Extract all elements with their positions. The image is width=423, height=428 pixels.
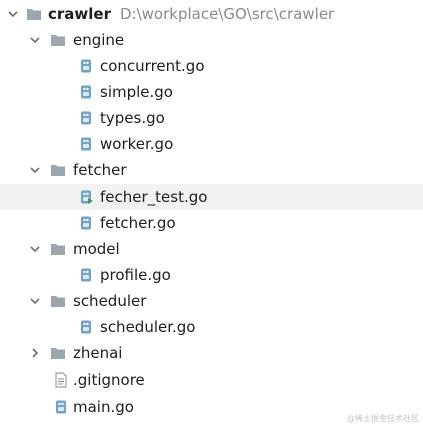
chevron-down-icon[interactable]: [6, 7, 20, 21]
chevron-down-icon[interactable]: [28, 33, 42, 47]
folder-icon: [50, 293, 66, 309]
go-test-file-icon: [78, 189, 94, 205]
chevron-down-icon[interactable]: [28, 242, 42, 256]
tree-node-types-go[interactable]: types.go: [0, 105, 423, 131]
tree-node-fetcher[interactable]: fetcher: [0, 157, 423, 183]
tree-node-label: .gitignore: [73, 371, 145, 389]
tree-node-label: model: [73, 240, 120, 258]
go-file-icon: [78, 110, 94, 126]
tree-node-gitignore[interactable]: .gitignore: [0, 367, 423, 393]
text-file-icon: [53, 372, 69, 388]
go-file-icon: [78, 267, 94, 283]
chevron-right-icon[interactable]: [28, 346, 42, 360]
go-file-icon: [78, 215, 94, 231]
tree-node-crawler[interactable]: crawler D:\workplace\GO\src\crawler: [0, 1, 423, 27]
root-name: crawler: [48, 5, 111, 23]
tree-node-concurrent-go[interactable]: concurrent.go: [0, 53, 423, 79]
tree-node-worker-go[interactable]: worker.go: [0, 131, 423, 157]
tree-node-engine[interactable]: engine: [0, 27, 423, 53]
chevron-down-icon[interactable]: [28, 163, 42, 177]
tree-node-label: concurrent.go: [100, 57, 205, 75]
tree-node-scheduler-go[interactable]: scheduler.go: [0, 314, 423, 340]
tree-node-label: types.go: [100, 109, 165, 127]
tree-node-profile-go[interactable]: profile.go: [0, 262, 423, 288]
root-path: D:\workplace\GO\src\crawler: [119, 5, 335, 23]
tree-node-label: scheduler.go: [100, 318, 196, 336]
tree-node-zhenai[interactable]: zhenai: [0, 340, 423, 366]
folder-icon: [50, 32, 66, 48]
folder-icon: [26, 6, 42, 22]
tree-node-label: scheduler: [73, 292, 147, 310]
tree-node-label: fetcher.go: [100, 214, 176, 232]
tree-node-fetcher-go[interactable]: fetcher.go: [0, 210, 423, 236]
chevron-down-icon[interactable]: [28, 294, 42, 308]
tree-node-label: profile.go: [100, 266, 171, 284]
tree-node-label: crawler D:\workplace\GO\src\crawler: [48, 4, 334, 24]
go-file-icon: [78, 58, 94, 74]
watermark: @稀土掘金技术社区: [347, 414, 419, 423]
tree-node-label: fetcher: [73, 161, 127, 179]
folder-icon: [50, 345, 66, 361]
project-tree: crawler D:\workplace\GO\src\crawler engin…: [0, 0, 423, 428]
tree-node-label: simple.go: [100, 83, 173, 101]
tree-node-simple-go[interactable]: simple.go: [0, 79, 423, 105]
tree-node-label: engine: [73, 31, 125, 49]
go-file-icon: [53, 399, 69, 415]
tree-node-fecher-test-go[interactable]: fecher_test.go: [0, 184, 423, 210]
tree-node-model[interactable]: model: [0, 236, 423, 262]
folder-icon: [50, 162, 66, 178]
tree-node-scheduler[interactable]: scheduler: [0, 288, 423, 314]
folder-icon: [50, 241, 66, 257]
tree-node-label: worker.go: [100, 135, 174, 153]
go-file-icon: [78, 319, 94, 335]
tree-node-label: zhenai: [73, 344, 123, 362]
go-file-icon: [78, 84, 94, 100]
tree-node-label: fecher_test.go: [100, 188, 208, 206]
go-file-icon: [78, 136, 94, 152]
tree-node-label: main.go: [73, 398, 134, 416]
